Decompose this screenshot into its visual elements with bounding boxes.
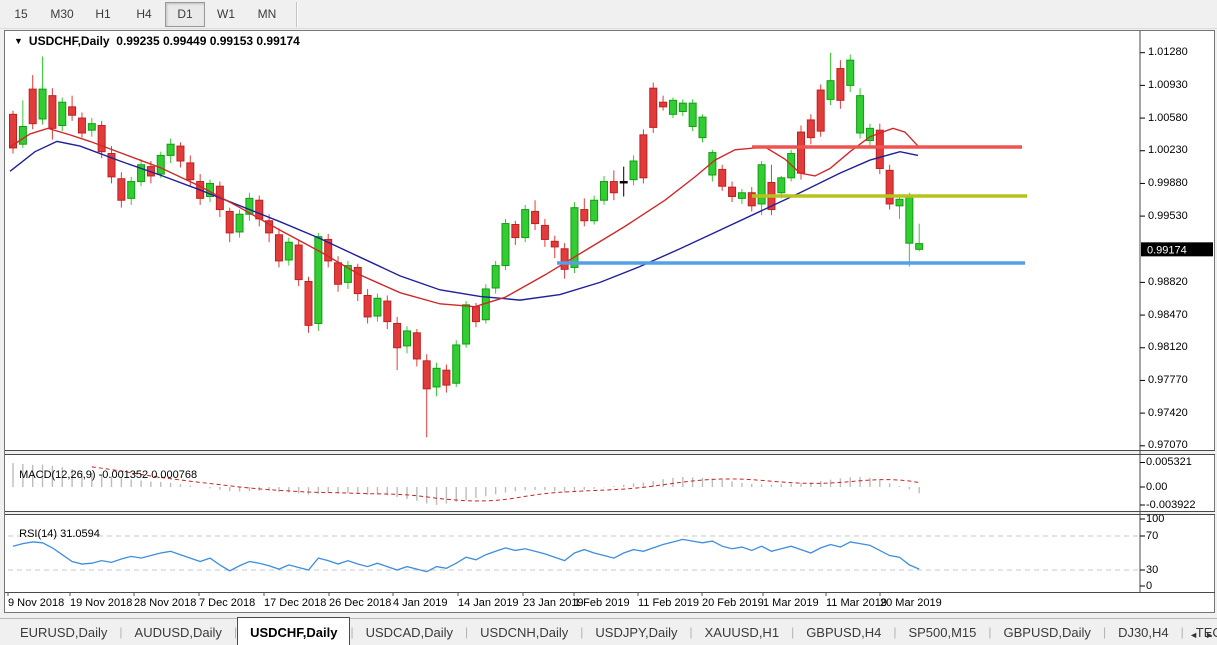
date-axis-label: 11 Mar 2019	[826, 597, 887, 609]
date-axis-label: 14 Jan 2019	[458, 597, 519, 609]
date-axis-label: 26 Dec 2018	[329, 597, 391, 609]
tab-eurusd-daily[interactable]: EURUSD,Daily	[8, 619, 119, 645]
timeframe-button-w1[interactable]: W1	[206, 2, 246, 27]
date-axis-label: 7 Dec 2018	[199, 597, 255, 609]
date-axis-label: 20 Mar 2019	[880, 597, 942, 609]
timeframe-toolbar: 15M30H1H4D1W1MN	[0, 0, 1217, 29]
macd-axis-label: 0.005321	[1146, 456, 1192, 468]
date-axis-label: 19 Nov 2018	[70, 597, 132, 609]
chart-ohlc: 0.99235 0.99449 0.99153 0.99174	[116, 34, 300, 48]
rsi-indicator-value: 31.0594	[60, 528, 100, 540]
date-axis-label: 4 Jan 2019	[393, 597, 447, 609]
current-price-marker: 0.99174	[1147, 244, 1187, 256]
date-axis-label: 28 Nov 2018	[134, 597, 196, 609]
chart-surface[interactable]: 0.99174	[4, 30, 1215, 613]
tab-scroll-right-icon[interactable]: ►	[1205, 630, 1214, 640]
price-axis-label: 1.00580	[1148, 112, 1188, 124]
tab-scroll-left-icon[interactable]: ◄	[1189, 630, 1198, 640]
chart-dropdown-icon[interactable]: ▼	[14, 36, 23, 46]
price-axis-label: 0.98820	[1148, 276, 1188, 288]
timeframe-button-h4[interactable]: H4	[124, 2, 164, 27]
chart-symbol-label: USDCHF,Daily	[29, 34, 110, 48]
tab-sp500-m15[interactable]: SP500,M15	[896, 619, 988, 645]
rsi-line	[13, 539, 919, 571]
date-axis-label: 17 Dec 2018	[264, 597, 326, 609]
date-axis-label: 11 Feb 2019	[638, 597, 699, 609]
chart-title: ▼ USDCHF,Daily 0.99235 0.99449 0.99153 0.…	[14, 34, 300, 48]
tab-xauusd-h1[interactable]: XAUUSD,H1	[693, 619, 791, 645]
tab-usdchf-daily[interactable]: USDCHF,Daily	[237, 617, 350, 645]
date-axis-label: 1 Mar 2019	[763, 597, 819, 609]
macd-indicator-name: MACD(12,26,9)	[19, 469, 95, 481]
chart-ohlc-values	[110, 34, 117, 48]
tab-audusd-daily[interactable]: AUDUSD,Daily	[123, 619, 234, 645]
date-axis-label: 20 Feb 2019	[702, 597, 764, 609]
tab-scroll-arrows: ◄ ►	[1189, 630, 1214, 640]
rsi-axis-label: 30	[1146, 564, 1158, 576]
timeframe-button-h1[interactable]: H1	[83, 2, 123, 27]
macd-indicator-values: -0.001352 0.000768	[99, 469, 197, 481]
rsi-axis-label: 100	[1146, 513, 1164, 525]
price-axis-label: 0.98120	[1148, 341, 1188, 353]
price-axis-label: 0.98470	[1148, 309, 1188, 321]
tab-dj30-h4[interactable]: DJ30,H4	[1106, 619, 1181, 645]
rsi-pane-label: RSI(14) 31.0594	[13, 516, 100, 540]
price-axis-label: 0.99530	[1148, 210, 1188, 222]
tab-usdcad-daily[interactable]: USDCAD,Daily	[354, 619, 465, 645]
tab-gbpusd-daily[interactable]: GBPUSD,Daily	[992, 619, 1103, 645]
candlestick-series	[10, 53, 923, 438]
timeframe-button-m30[interactable]: M30	[42, 2, 82, 27]
price-axis-label: 0.99880	[1148, 177, 1188, 189]
timeframe-button-mn[interactable]: MN	[247, 2, 287, 27]
price-axis-label: 1.01280	[1148, 46, 1188, 58]
macd-signal-line	[92, 467, 919, 501]
rsi-indicator-name: RSI(14)	[19, 528, 57, 540]
price-axis-label: 0.97770	[1148, 374, 1188, 386]
chart-tab-bar: EURUSD,Daily|AUDUSD,Daily|USDCHF,Daily|U…	[0, 618, 1217, 645]
macd-axis-label: 0.00	[1146, 481, 1167, 493]
toolbar-separator	[296, 2, 298, 27]
timeframe-button-15[interactable]: 15	[1, 2, 41, 27]
tab-usdcnh-daily[interactable]: USDCNH,Daily	[468, 619, 580, 645]
price-axis-label: 1.00230	[1148, 144, 1188, 156]
price-axis-label: 1.00930	[1148, 79, 1188, 91]
price-axis-label: 0.97420	[1148, 407, 1188, 419]
timeframe-button-d1[interactable]: D1	[165, 2, 205, 27]
macd-axis-label: -0.003922	[1146, 499, 1196, 511]
date-axis-label: 1 Feb 2019	[574, 597, 630, 609]
tab-usdjpy-daily[interactable]: USDJPY,Daily	[583, 619, 689, 645]
rsi-axis-label: 70	[1146, 530, 1158, 542]
date-axis-label: 9 Nov 2018	[8, 597, 64, 609]
macd-pane-label: MACD(12,26,9) -0.001352 0.000768	[13, 457, 197, 481]
tab-gbpusd-h4[interactable]: GBPUSD,H4	[794, 619, 893, 645]
price-axis-label: 0.97070	[1148, 439, 1188, 451]
rsi-axis-label: 0	[1146, 580, 1152, 592]
